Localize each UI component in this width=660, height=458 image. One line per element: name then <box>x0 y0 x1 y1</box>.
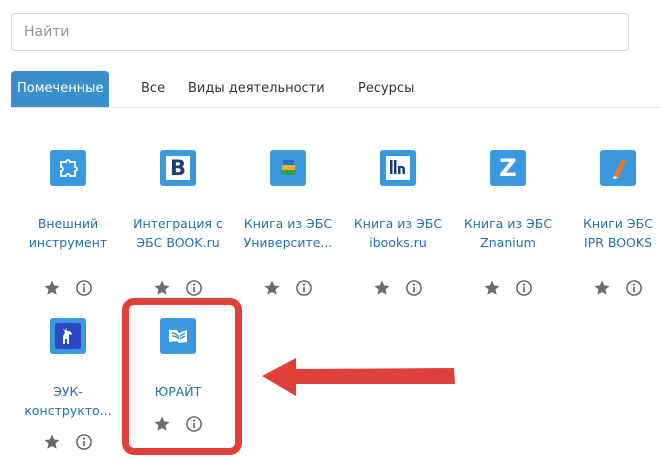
letter-z-icon: Z <box>490 150 526 186</box>
tab-activities[interactable]: Виды деятельности <box>188 71 325 107</box>
star-icon[interactable] <box>483 279 501 297</box>
tab-all[interactable]: Все <box>141 71 165 107</box>
star-icon[interactable] <box>373 279 391 297</box>
star-icon[interactable] <box>593 279 611 297</box>
tile-external-tool[interactable]: Внешний инструмент <box>13 150 123 300</box>
info-icon[interactable] <box>625 279 643 297</box>
search-input[interactable] <box>11 13 629 51</box>
info-icon[interactable] <box>515 279 533 297</box>
tile-label: ЭУК-конструкто... <box>24 384 112 418</box>
pen-icon <box>600 150 636 186</box>
info-icon[interactable] <box>405 279 423 297</box>
books-stack-icon <box>270 150 306 186</box>
tile-label: Книга из ЭБС ibooks.ru <box>353 216 443 250</box>
tile-iprbooks[interactable]: Книги ЭБС IPR BOOKS <box>563 150 660 300</box>
highlight-box <box>122 298 242 455</box>
star-icon[interactable] <box>43 279 61 297</box>
tile-label: Внешний инструмент <box>28 216 108 250</box>
tile-label: Интеграция с ЭБС BOOK.ru <box>133 216 223 250</box>
star-icon[interactable] <box>263 279 281 297</box>
tab-resources[interactable]: Ресурсы <box>358 71 414 107</box>
tile-ibooks[interactable]: Книга из ЭБС ibooks.ru <box>343 150 453 300</box>
tab-starred[interactable]: Помеченные <box>11 71 110 107</box>
tab-bar: Помеченные Все Виды деятельности Ресурсы <box>11 71 660 108</box>
ibooks-icon <box>380 150 416 186</box>
star-icon[interactable] <box>43 433 61 451</box>
info-icon[interactable] <box>185 279 203 297</box>
tile-bookru[interactable]: B Интеграция с ЭБС BOOK.ru <box>123 150 233 300</box>
tile-euk-constructor[interactable]: ЭУК-конструкто... <box>13 318 123 458</box>
tile-label: Книга из ЭБС Znanium <box>463 216 553 250</box>
tile-label: Книга из ЭБС Университе... <box>243 216 333 250</box>
info-icon[interactable] <box>75 433 93 451</box>
tile-university-library[interactable]: Книга из ЭБС Университе... <box>233 150 343 300</box>
star-icon[interactable] <box>153 279 171 297</box>
info-icon[interactable] <box>75 279 93 297</box>
tile-znanium[interactable]: Z Книга из ЭБС Znanium <box>453 150 563 300</box>
arrow-icon <box>262 358 455 396</box>
letter-b-icon: B <box>160 150 196 186</box>
puzzle-icon <box>50 150 86 186</box>
tile-label: Книги ЭБС IPR BOOKS <box>583 216 653 250</box>
info-icon[interactable] <box>295 279 313 297</box>
deer-icon <box>50 318 86 354</box>
